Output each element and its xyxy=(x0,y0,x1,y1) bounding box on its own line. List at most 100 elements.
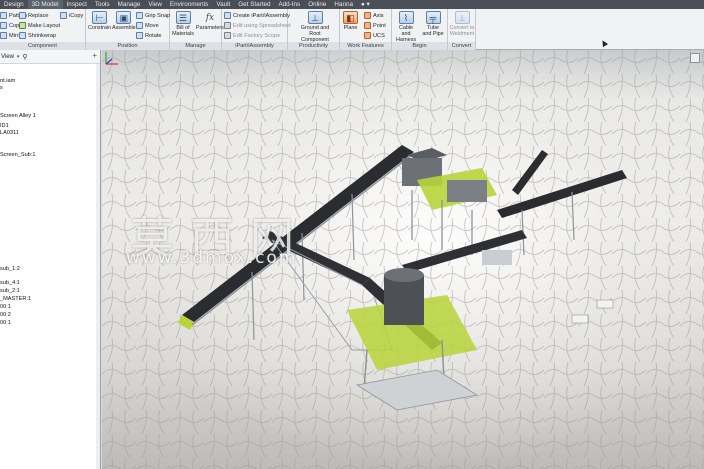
panel-title-manage: Manage xyxy=(170,42,221,50)
tab-manage[interactable]: Manage xyxy=(114,0,145,9)
ucs-button[interactable]: UCS xyxy=(364,31,385,40)
grip-snap-button[interactable]: Grip Snap xyxy=(136,11,170,20)
tree-row[interactable]: sub_4:1 xyxy=(0,280,20,287)
icopy-button[interactable]: iCopy xyxy=(60,11,83,20)
icopy-icon xyxy=(60,12,67,19)
make-layout-button[interactable]: Make Layout xyxy=(19,21,60,30)
move-icon xyxy=(136,22,143,29)
ipart-icon xyxy=(224,12,231,19)
tab-inspect[interactable]: Inspect xyxy=(63,0,91,9)
tab-environments[interactable]: Environments xyxy=(166,0,213,9)
tab-design[interactable]: Design xyxy=(0,0,28,9)
axis-icon xyxy=(364,12,371,19)
panel-title-component: Component xyxy=(0,42,85,50)
browser-view-selector[interactable]: View xyxy=(1,54,14,60)
tab-view[interactable]: View xyxy=(144,0,166,9)
ground-root-icon: ⊥ xyxy=(307,11,323,24)
make-layout-icon xyxy=(19,22,26,29)
panel-begin: ⌇ Cable and Harness ╤ Tube and Pipe Begin xyxy=(392,9,448,50)
tab-add-ins[interactable]: Add-Ins xyxy=(274,0,304,9)
plane-icon: ◧ xyxy=(343,11,358,24)
browser-header: View ▾ ⚲ + xyxy=(0,50,100,64)
panel-productivity: ⊥ Ground and Root Component Productivity xyxy=(288,9,340,50)
axis-triad-icon xyxy=(105,52,118,65)
panel-title-convert: Convert xyxy=(448,42,475,50)
panel-ipart: Create iPart/iAssembly Edit using Spread… xyxy=(222,9,291,50)
ucs-icon xyxy=(364,32,371,39)
panel-manage: ☰ Bill of Materials fx Parameters Manage xyxy=(170,9,224,50)
replace-icon xyxy=(19,12,26,19)
tree-row[interactable]: _MASTER:1 xyxy=(0,296,31,303)
browser-scrollbar[interactable] xyxy=(96,64,100,469)
tree-row[interactable]: sub_1:2 xyxy=(0,266,20,273)
panel-title-work-features: Work Features xyxy=(340,42,391,50)
panel-convert: ⟂ Convert to Weldment Convert xyxy=(448,9,476,50)
tab-online[interactable]: Online xyxy=(304,0,330,9)
bill-of-materials-button[interactable]: ☰ Bill of Materials xyxy=(172,11,194,37)
model-browser: View ▾ ⚲ + nt.iam s Screen Alley 1 ID1 L… xyxy=(0,50,101,469)
axis-button[interactable]: Axis xyxy=(364,11,384,20)
add-icon[interactable]: + xyxy=(92,51,97,60)
tree-row[interactable]: nt.iam xyxy=(0,78,15,85)
chevron-down-icon[interactable]: ▾ xyxy=(17,54,20,60)
weldment-icon: ⟂ xyxy=(454,11,470,24)
graphics-viewport[interactable]: 莫西网 www.3dmox.com xyxy=(102,50,704,469)
tube-pipe-icon: ╤ xyxy=(425,11,441,24)
tree-row[interactable]: LA0311 xyxy=(0,130,19,137)
mirror-icon xyxy=(0,32,7,39)
convert-weldment-button[interactable]: ⟂ Convert to Weldment xyxy=(449,11,475,37)
panel-work-features: ◧ Plane Axis Point UCS Work Features xyxy=(340,9,392,50)
create-ipart-button[interactable]: Create iPart/iAssembly xyxy=(224,11,290,20)
ribbon-tab-bar: Design 3D Model Inspect Tools Manage Vie… xyxy=(0,0,704,9)
tree-row[interactable]: sub_2:1 xyxy=(0,288,20,295)
viewcube-icon[interactable] xyxy=(690,53,700,63)
constrain-icon: ⊢ xyxy=(92,11,108,24)
assemble-icon: ▣ xyxy=(116,11,132,24)
replace-button[interactable]: Replace xyxy=(19,11,49,20)
shrinkwrap-button[interactable]: Shrinkwrap xyxy=(19,31,56,40)
edit-spreadsheet-button[interactable]: Edit using Spreadsheet xyxy=(224,21,291,30)
panel-title-ipart: iPart/iAssembly xyxy=(222,42,287,50)
pattern-icon xyxy=(0,12,7,19)
cable-harness-button[interactable]: ⌇ Cable and Harness xyxy=(394,11,418,43)
rotate-button[interactable]: Rotate xyxy=(136,31,161,40)
panel-title-position: Position xyxy=(86,42,169,50)
panel-title-begin: Begin xyxy=(392,42,447,50)
tree-row[interactable]: ID1 xyxy=(0,123,9,130)
tab-tools[interactable]: Tools xyxy=(91,0,114,9)
panel-title-productivity: Productivity xyxy=(288,42,339,50)
constrain-button[interactable]: ⊢ Constrain xyxy=(88,11,111,31)
edit-factory-scope-button[interactable]: Edit Factory Scope xyxy=(224,31,280,40)
tree-row[interactable]: 00:1 xyxy=(0,304,11,311)
concrete-block xyxy=(571,314,589,324)
parameters-button[interactable]: fx Parameters xyxy=(196,11,224,31)
concrete-block xyxy=(596,299,614,309)
ground-root-button[interactable]: ⊥ Ground and Root Component xyxy=(296,11,334,43)
cable-icon: ⌇ xyxy=(398,11,414,24)
tree-row[interactable]: Screen_Sub:1 xyxy=(0,152,35,159)
dropdown-toggle-icon[interactable]: ● ▾ xyxy=(357,0,374,9)
tube-pipe-button[interactable]: ╤ Tube and Pipe xyxy=(422,11,444,37)
panel-component: Pattern Copy Mirror Replace Make Layout … xyxy=(0,9,86,50)
tab-3d-model[interactable]: 3D Model xyxy=(27,0,63,9)
ribbon: Pattern Copy Mirror Replace Make Layout … xyxy=(0,9,704,50)
point-icon xyxy=(364,22,371,29)
point-button[interactable]: Point xyxy=(364,21,386,30)
tab-hanna[interactable]: Hanna xyxy=(330,0,357,9)
factory-icon xyxy=(224,32,231,39)
tree-row[interactable]: 00:1 xyxy=(0,320,11,327)
plane-button[interactable]: ◧ Plane xyxy=(343,11,358,31)
tab-vault[interactable]: Vault xyxy=(212,0,234,9)
binoculars-icon[interactable]: ⚲ xyxy=(22,53,27,61)
copy-icon xyxy=(0,22,7,29)
tab-get-started[interactable]: Get Started xyxy=(234,0,274,9)
assemble-button[interactable]: ▣ Assemble xyxy=(112,11,136,31)
move-button[interactable]: Move xyxy=(136,21,159,30)
tree-row[interactable]: s xyxy=(0,85,3,92)
tree-row[interactable]: 00:2 xyxy=(0,312,11,319)
bom-icon: ☰ xyxy=(175,11,191,24)
shrinkwrap-icon xyxy=(19,32,26,39)
tree-row[interactable]: Screen Alley 1 xyxy=(0,113,36,120)
panel-position: ⊢ Constrain ▣ Assemble Grip Snap Move Rota… xyxy=(86,9,170,50)
rotate-icon xyxy=(136,32,143,39)
